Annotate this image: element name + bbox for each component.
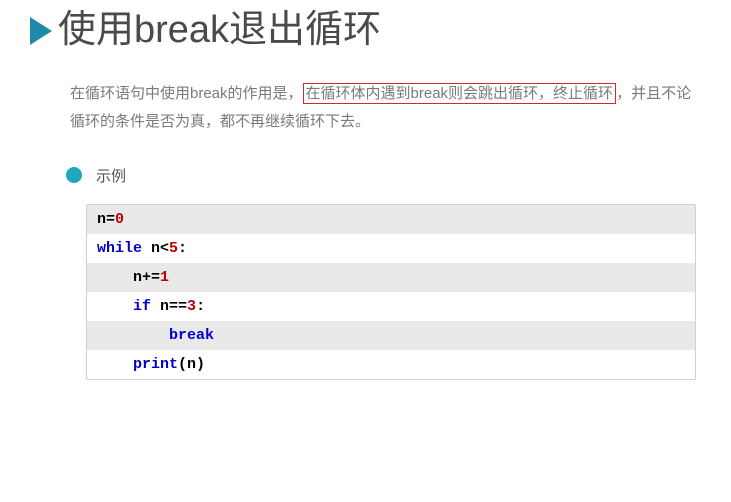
description-paragraph: 在循环语句中使用break的作用是，在循环体内遇到break则会跳出循环，终止循…	[70, 80, 701, 137]
example-label: 示例	[96, 165, 126, 186]
para-before: 在循环语句中使用break的作用是，	[70, 85, 303, 102]
example-header: 示例	[66, 165, 701, 186]
code-block: n=0while n<5: n+=1 if n==3: break print(…	[86, 204, 696, 380]
triangle-icon	[30, 17, 52, 45]
code-token: :	[196, 298, 205, 315]
code-token	[97, 356, 133, 373]
code-line: n+=1	[87, 263, 695, 292]
code-token: 0	[115, 211, 124, 228]
code-token	[97, 327, 169, 344]
code-line: if n==3:	[87, 292, 695, 321]
highlight-box: 在循环体内遇到break则会跳出循环，终止循环	[303, 83, 617, 104]
slide: 使用break退出循环 在循环语句中使用break的作用是，在循环体内遇到bre…	[0, 0, 731, 420]
code-token: n<	[142, 240, 169, 257]
code-line: print(n)	[87, 350, 695, 379]
code-token: 3	[187, 298, 196, 315]
title-row: 使用break退出循环	[30, 10, 701, 52]
code-line: n=0	[87, 205, 695, 234]
code-line: break	[87, 321, 695, 350]
code-token: :	[178, 240, 187, 257]
code-token: 1	[160, 269, 169, 286]
code-token: n=	[97, 211, 115, 228]
bullet-icon	[66, 167, 82, 183]
code-token: 5	[169, 240, 178, 257]
code-token: (n)	[178, 356, 205, 373]
page-title: 使用break退出循环	[58, 10, 381, 52]
code-token: while	[97, 240, 142, 257]
code-token: break	[169, 327, 214, 344]
code-token	[97, 298, 133, 315]
code-token: n==	[151, 298, 187, 315]
code-token: n+=	[97, 269, 160, 286]
code-token: if	[133, 298, 151, 315]
code-line: while n<5:	[87, 234, 695, 263]
code-token: print	[133, 356, 178, 373]
